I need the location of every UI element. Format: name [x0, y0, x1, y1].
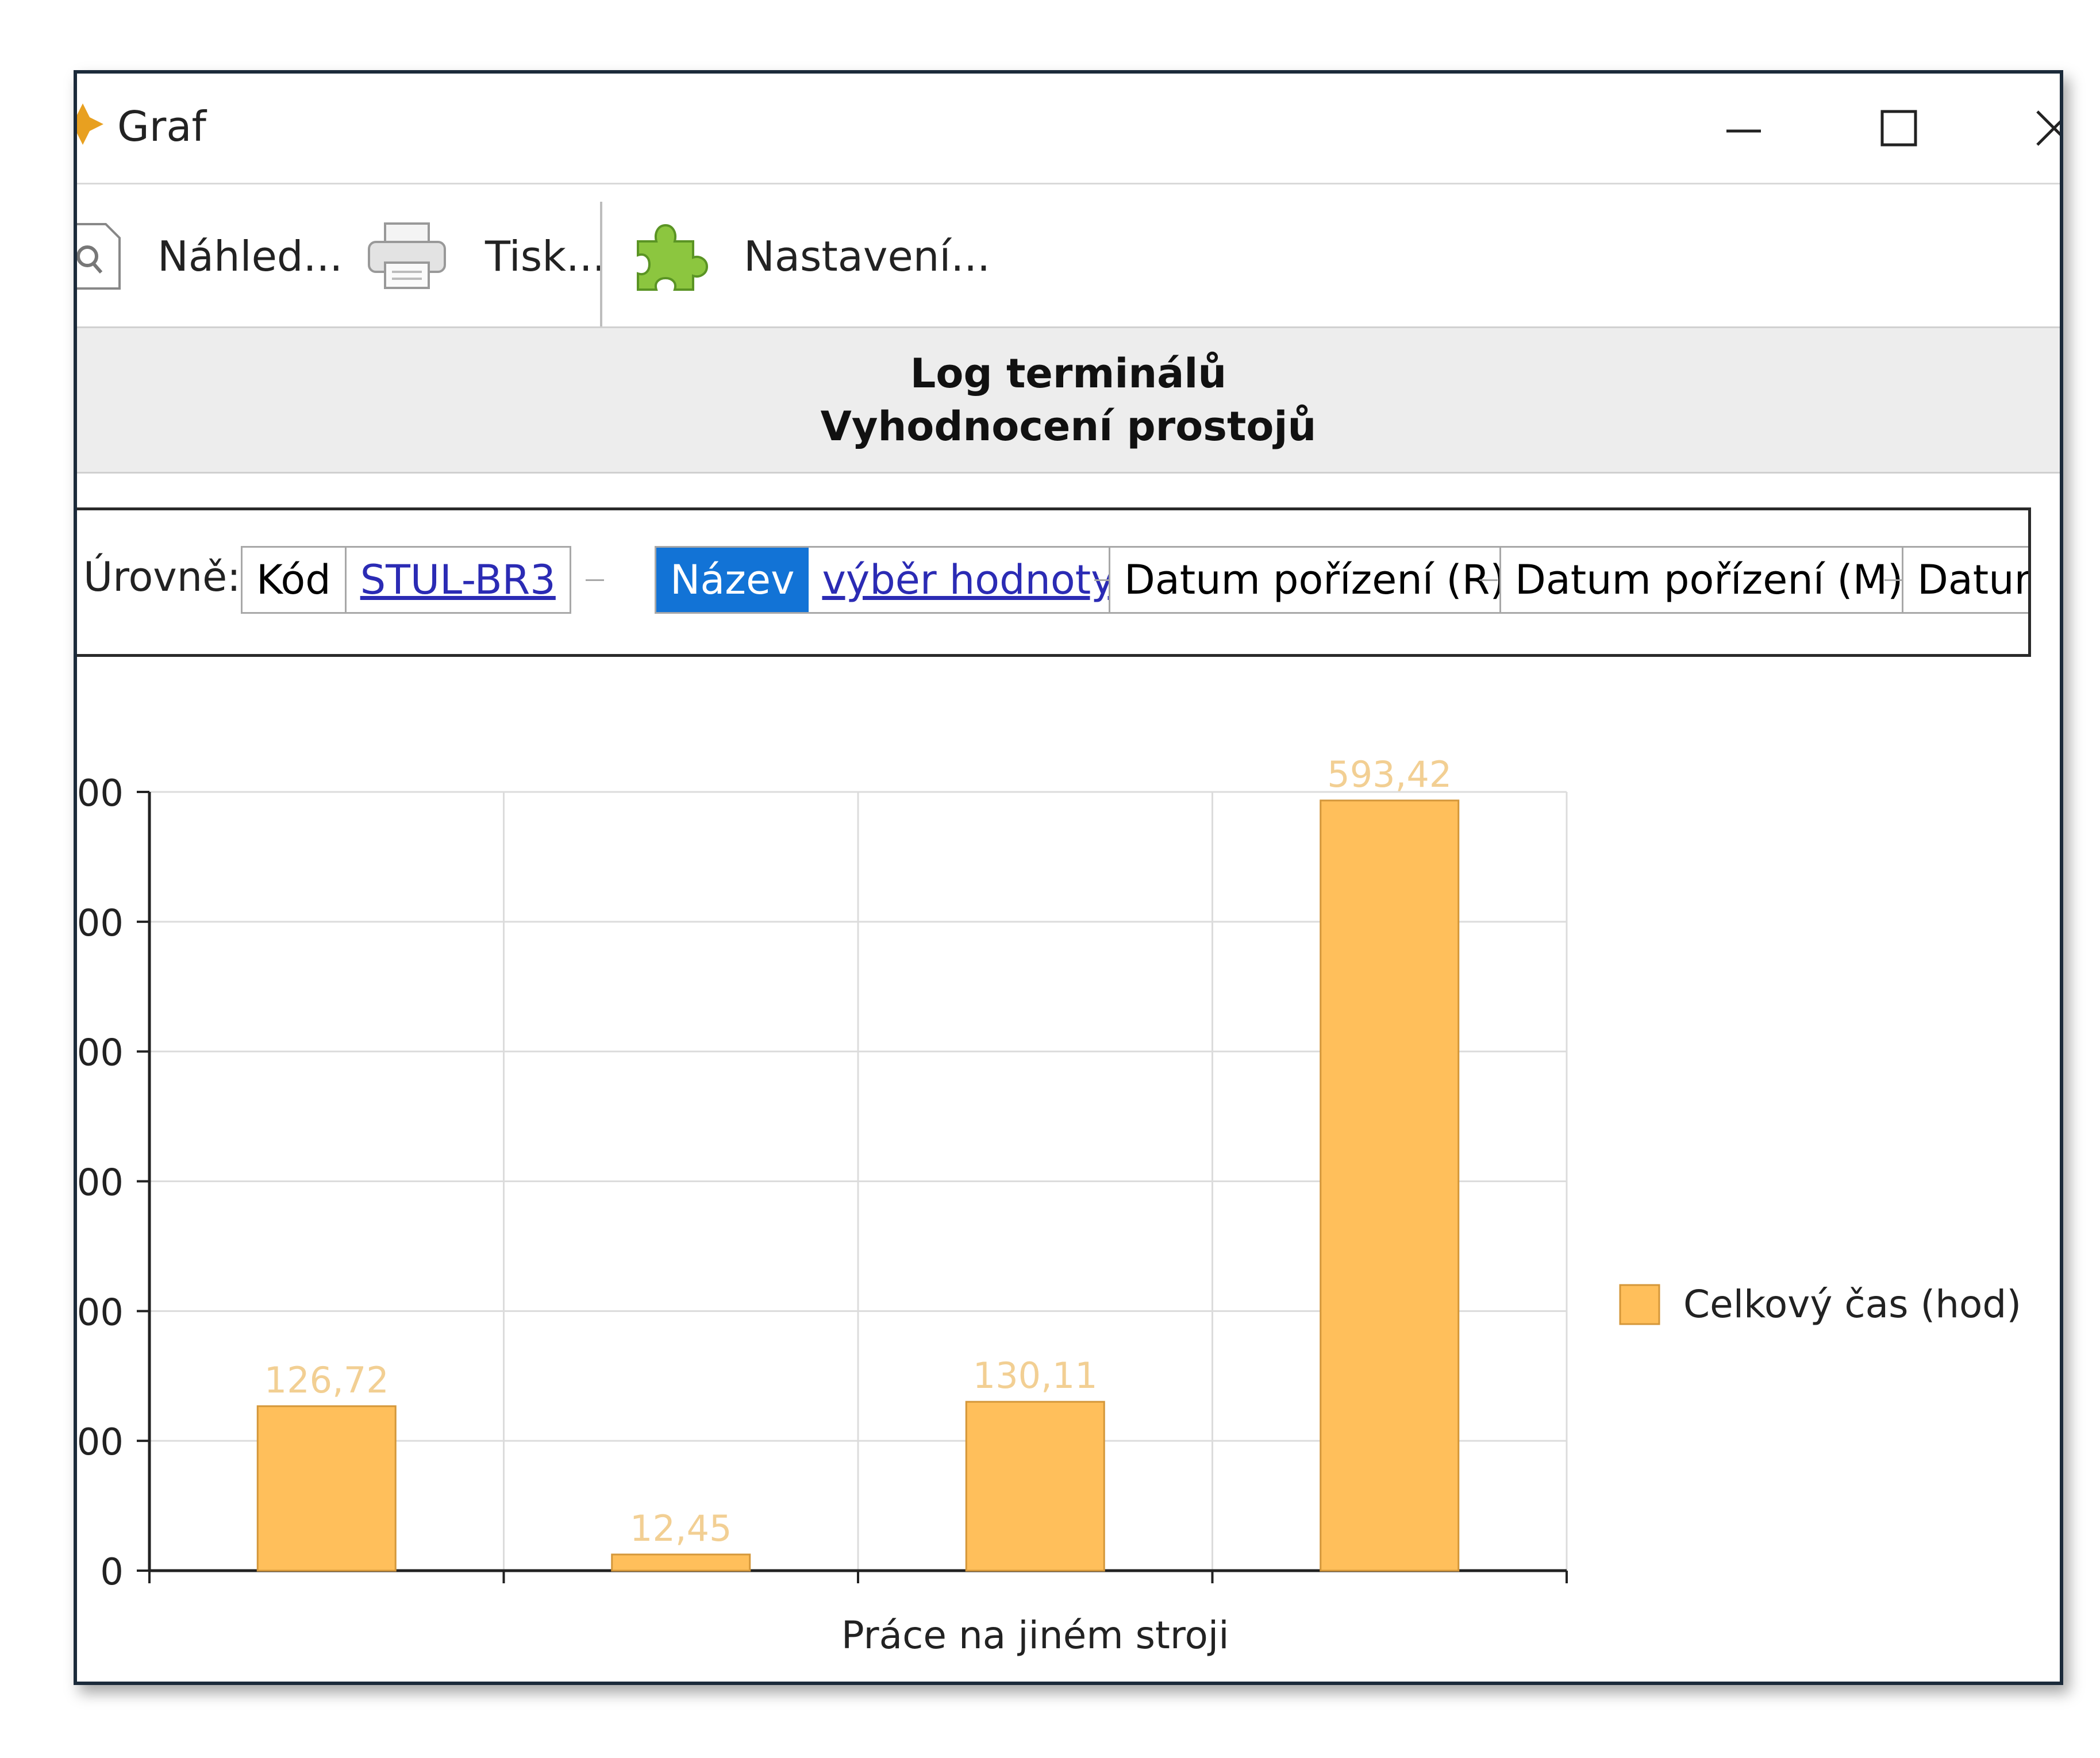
bar-chart: 0000000000000126,7212,45130,11593,42Poru…: [77, 671, 2060, 1685]
level-connector: [586, 579, 604, 581]
report-header: Log terminálů Vyhodnocení prostojů: [77, 326, 2060, 474]
puzzle-icon: [637, 224, 709, 291]
legend-label: Celkový čas (hod): [1683, 1282, 2021, 1326]
data-label: 593,42: [1327, 753, 1452, 795]
bar: [256, 1405, 397, 1572]
levels-bar: Úrovně: Kód STUL-BR3 Název výběr hodnoty…: [77, 507, 2031, 657]
maximize-icon: [1880, 110, 1917, 147]
close-button[interactable]: [1997, 85, 2060, 171]
level-datum-r[interactable]: Datum pořízení (R): [1109, 546, 1521, 614]
level-value-link[interactable]: výběr hodnoty: [822, 556, 1115, 603]
levels-label: Úrovně:: [83, 553, 241, 601]
level-kod[interactable]: Kód STUL-BR3: [241, 546, 571, 614]
x-category-label: Porucha: [605, 1679, 757, 1685]
level-connector: [1884, 579, 1903, 581]
minimize-icon: [1726, 129, 1761, 133]
level-connector: [1479, 579, 1498, 581]
level-key: Datum pořízení (M): [1515, 556, 1903, 603]
printer-icon: [368, 222, 446, 289]
level-key: Datum pořízení (R): [1124, 556, 1506, 603]
app-icon: [77, 103, 103, 145]
level-datum-po[interactable]: Datum po: [1902, 546, 2028, 614]
y-tick-label: 00: [77, 1421, 124, 1464]
y-tick-label: 00: [77, 772, 124, 815]
toolbar-separator: [600, 202, 602, 328]
chart-window: Graf Náhled... Tisk... Nastavení... Log …: [74, 70, 2063, 1685]
print-label: Tisk...: [485, 232, 606, 280]
print-button[interactable]: Tisk...: [364, 184, 606, 328]
y-tick-label: 00: [77, 902, 124, 945]
settings-button[interactable]: Nastavení...: [629, 184, 990, 328]
y-tick-label: 00: [77, 1162, 124, 1205]
bar: [965, 1401, 1105, 1572]
chart-svg: 0000000000000126,7212,45130,11593,42Poru…: [77, 753, 2021, 1685]
title-bar[interactable]: Graf: [77, 74, 2060, 183]
x-category-label: Práce na jiném stroji: [841, 1613, 1229, 1657]
window-title: Graf: [117, 102, 206, 151]
legend-swatch: [1619, 1284, 1660, 1325]
data-label: 12,45: [630, 1507, 732, 1549]
close-icon: [2036, 110, 2060, 146]
preview-button[interactable]: Náhled...: [77, 184, 343, 328]
settings-label: Nastavení...: [744, 232, 991, 280]
preview-icon: [77, 223, 121, 290]
data-label: 130,11: [973, 1355, 1098, 1397]
x-category-label: Prostoj - ostatní: [1241, 1679, 1539, 1685]
level-nazev[interactable]: Název výběr hodnoty: [655, 546, 1130, 614]
data-label: 126,72: [264, 1359, 389, 1401]
bar: [1320, 799, 1460, 1572]
preview-label: Náhled...: [157, 232, 343, 280]
level-key: Datum po: [1917, 556, 2028, 603]
level-key: Název: [656, 548, 809, 612]
report-title: Log terminálů: [910, 350, 1227, 397]
minimize-button[interactable]: [1686, 85, 1801, 171]
level-datum-m[interactable]: Datum pořízení (M): [1499, 546, 1919, 614]
bar: [611, 1553, 751, 1572]
report-subtitle: Vyhodnocení prostojů: [820, 403, 1317, 450]
level-value-link[interactable]: STUL-BR3: [360, 556, 556, 603]
y-tick-label: 0: [100, 1551, 124, 1594]
level-key: Kód: [256, 556, 331, 603]
maximize-button[interactable]: [1841, 85, 1956, 171]
y-tick-label: 00: [77, 1032, 124, 1075]
y-tick-label: 00: [77, 1291, 124, 1334]
